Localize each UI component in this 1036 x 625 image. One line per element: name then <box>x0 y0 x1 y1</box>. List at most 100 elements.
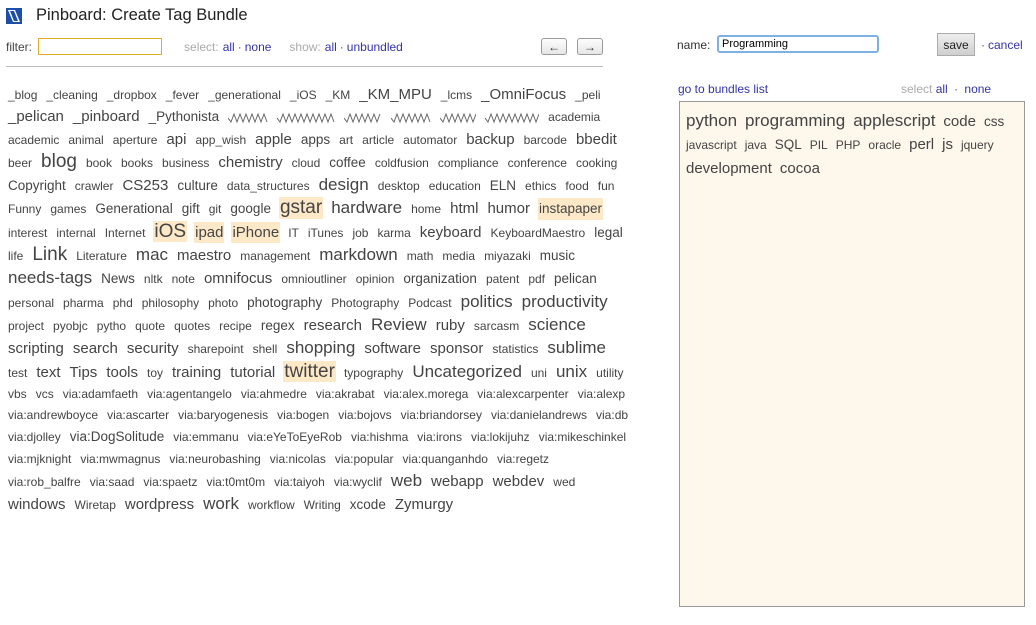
tag-item[interactable]: via:quanganhdo <box>402 449 489 470</box>
bundle-tag-item[interactable]: cocoa <box>780 157 820 180</box>
tag-item[interactable]: Tips <box>69 362 99 383</box>
tag-item[interactable]: media <box>441 246 476 267</box>
tag-item[interactable]: _dropbox <box>106 85 158 106</box>
tag-item[interactable]: via:hishma <box>350 427 409 448</box>
filter-input[interactable] <box>38 38 163 55</box>
tag-item[interactable]: design <box>318 174 370 195</box>
bundle-tag-item[interactable]: code <box>943 110 976 133</box>
tag-item[interactable]: via:ascarter <box>106 405 170 426</box>
bundle-tag-item[interactable]: applescript <box>853 109 935 132</box>
tag-item[interactable]: Photography <box>330 293 400 314</box>
tag-item[interactable]: via:bojovs <box>337 405 392 426</box>
tag-item[interactable]: api <box>165 129 187 150</box>
tag-item[interactable]: training <box>171 362 222 383</box>
tag-item[interactable]: cooking <box>575 153 618 174</box>
tag-item[interactable]: sharepoint <box>187 339 245 360</box>
tag-item[interactable]: culture <box>176 175 219 196</box>
tag-item[interactable]: statistics <box>491 339 539 360</box>
bundle-tag-item[interactable]: java <box>745 134 767 157</box>
tag-item[interactable]: via:neurobashing <box>168 449 261 470</box>
select-none-link[interactable]: none <box>245 40 272 54</box>
tag-item[interactable]: project <box>7 316 45 337</box>
tag-item[interactable]: compliance <box>437 153 500 174</box>
tag-item[interactable]: _fever <box>165 85 200 106</box>
bundle-tag-item[interactable]: python <box>686 109 737 132</box>
tag-item[interactable]: wed <box>552 472 576 493</box>
tag-item[interactable]: omnifocus <box>203 268 273 289</box>
bundle-tag-item[interactable]: css <box>984 110 1004 133</box>
tag-item[interactable]: business <box>161 153 210 174</box>
garbled-tag[interactable] <box>439 107 477 128</box>
tag-item[interactable]: pelican <box>553 268 598 289</box>
tag-item[interactable]: via:alexcarpenter <box>476 384 569 405</box>
bundle-select-none-link[interactable]: none <box>964 82 991 96</box>
tag-item[interactable]: _iOS <box>289 85 318 106</box>
tag-item[interactable]: crawler <box>74 176 115 197</box>
garbled-tag[interactable] <box>343 107 383 128</box>
tag-item[interactable]: data_structures <box>226 176 311 197</box>
tag-item[interactable]: windows <box>7 494 67 515</box>
tag-item[interactable]: Uncategorized <box>411 361 523 382</box>
tag-item[interactable]: shopping <box>285 337 356 358</box>
tag-item[interactable]: legal <box>593 222 624 243</box>
tag-item[interactable]: webapp <box>430 471 485 492</box>
tag-item[interactable]: via:eYeToEyeRob <box>247 427 343 448</box>
tag-item[interactable]: via:akrabat <box>315 384 376 405</box>
tag-item[interactable]: vcs <box>35 384 55 405</box>
tag-item[interactable]: via:adamfaeth <box>62 384 139 405</box>
tag-item[interactable]: via:regetz <box>496 449 550 470</box>
tag-item[interactable]: _KM_MPU <box>358 84 433 105</box>
tag-item[interactable]: security <box>126 338 180 359</box>
cancel-link[interactable]: cancel <box>988 38 1023 52</box>
tag-item[interactable]: coldfusion <box>374 153 430 174</box>
tag-item[interactable]: unix <box>555 361 588 382</box>
tag-item[interactable]: via:irons <box>416 427 463 448</box>
tag-item[interactable]: via:rob_balfre <box>7 472 82 493</box>
tag-item[interactable]: via:taiyoh <box>273 472 326 493</box>
tag-item[interactable]: art <box>338 130 354 151</box>
tag-item[interactable]: needs-tags <box>7 267 93 288</box>
tag-item[interactable]: via:DogSolitude <box>69 426 166 447</box>
tag-item[interactable]: tools <box>105 362 139 383</box>
tag-item[interactable]: typography <box>343 363 404 384</box>
tag-item[interactable]: quotes <box>173 316 211 337</box>
tag-item[interactable]: search <box>72 338 119 359</box>
bundle-tag-item[interactable]: oracle <box>868 134 901 157</box>
tag-item[interactable]: ethics <box>524 176 557 197</box>
tag-item[interactable]: sponsor <box>429 338 484 359</box>
tag-item[interactable]: Writing <box>303 495 342 516</box>
tag-item[interactable]: via:alexp <box>577 384 626 405</box>
tag-item[interactable]: tutorial <box>229 362 276 383</box>
tag-item[interactable]: science <box>527 314 587 335</box>
tag-item[interactable]: _OmniFocus <box>480 84 567 105</box>
tag-item[interactable]: shell <box>252 339 279 360</box>
tag-item[interactable]: Copyright <box>7 175 67 196</box>
tag-item[interactable]: vbs <box>7 384 28 405</box>
tag-item[interactable]: Generational <box>94 198 173 219</box>
garbled-tag[interactable] <box>390 107 432 128</box>
tag-item[interactable]: via:agentangelo <box>146 384 233 405</box>
tag-item[interactable]: apple <box>254 129 293 150</box>
tag-item[interactable]: opinion <box>355 269 396 290</box>
tag-item[interactable]: food <box>564 176 589 197</box>
tag-item[interactable]: blog <box>40 151 78 172</box>
tag-item[interactable]: pdf <box>527 269 546 290</box>
tag-item[interactable]: ELN <box>489 175 517 196</box>
tag-item[interactable]: via:andrewboyce <box>7 405 99 426</box>
tag-item[interactable]: ruby <box>435 315 466 336</box>
tag-item[interactable]: webdev <box>492 471 546 492</box>
tag-item[interactable]: politics <box>460 291 514 312</box>
tag-item[interactable]: organization <box>402 268 478 289</box>
tag-item[interactable]: animal <box>67 130 104 151</box>
bundle-tag-item[interactable]: jquery <box>961 134 994 157</box>
tag-item[interactable]: via:mwmagnus <box>79 449 161 470</box>
tag-item[interactable]: personal <box>7 293 55 314</box>
garbled-tag[interactable] <box>276 107 336 128</box>
tag-item[interactable]: fun <box>597 176 616 197</box>
tag-item[interactable]: via:bogen <box>276 405 330 426</box>
tag-item[interactable]: Wiretap <box>74 495 117 516</box>
tag-item[interactable]: home <box>410 199 442 220</box>
select-all-link[interactable]: all <box>223 40 235 54</box>
tag-item[interactable]: article <box>361 130 395 151</box>
tag-item[interactable]: regex <box>260 315 296 336</box>
